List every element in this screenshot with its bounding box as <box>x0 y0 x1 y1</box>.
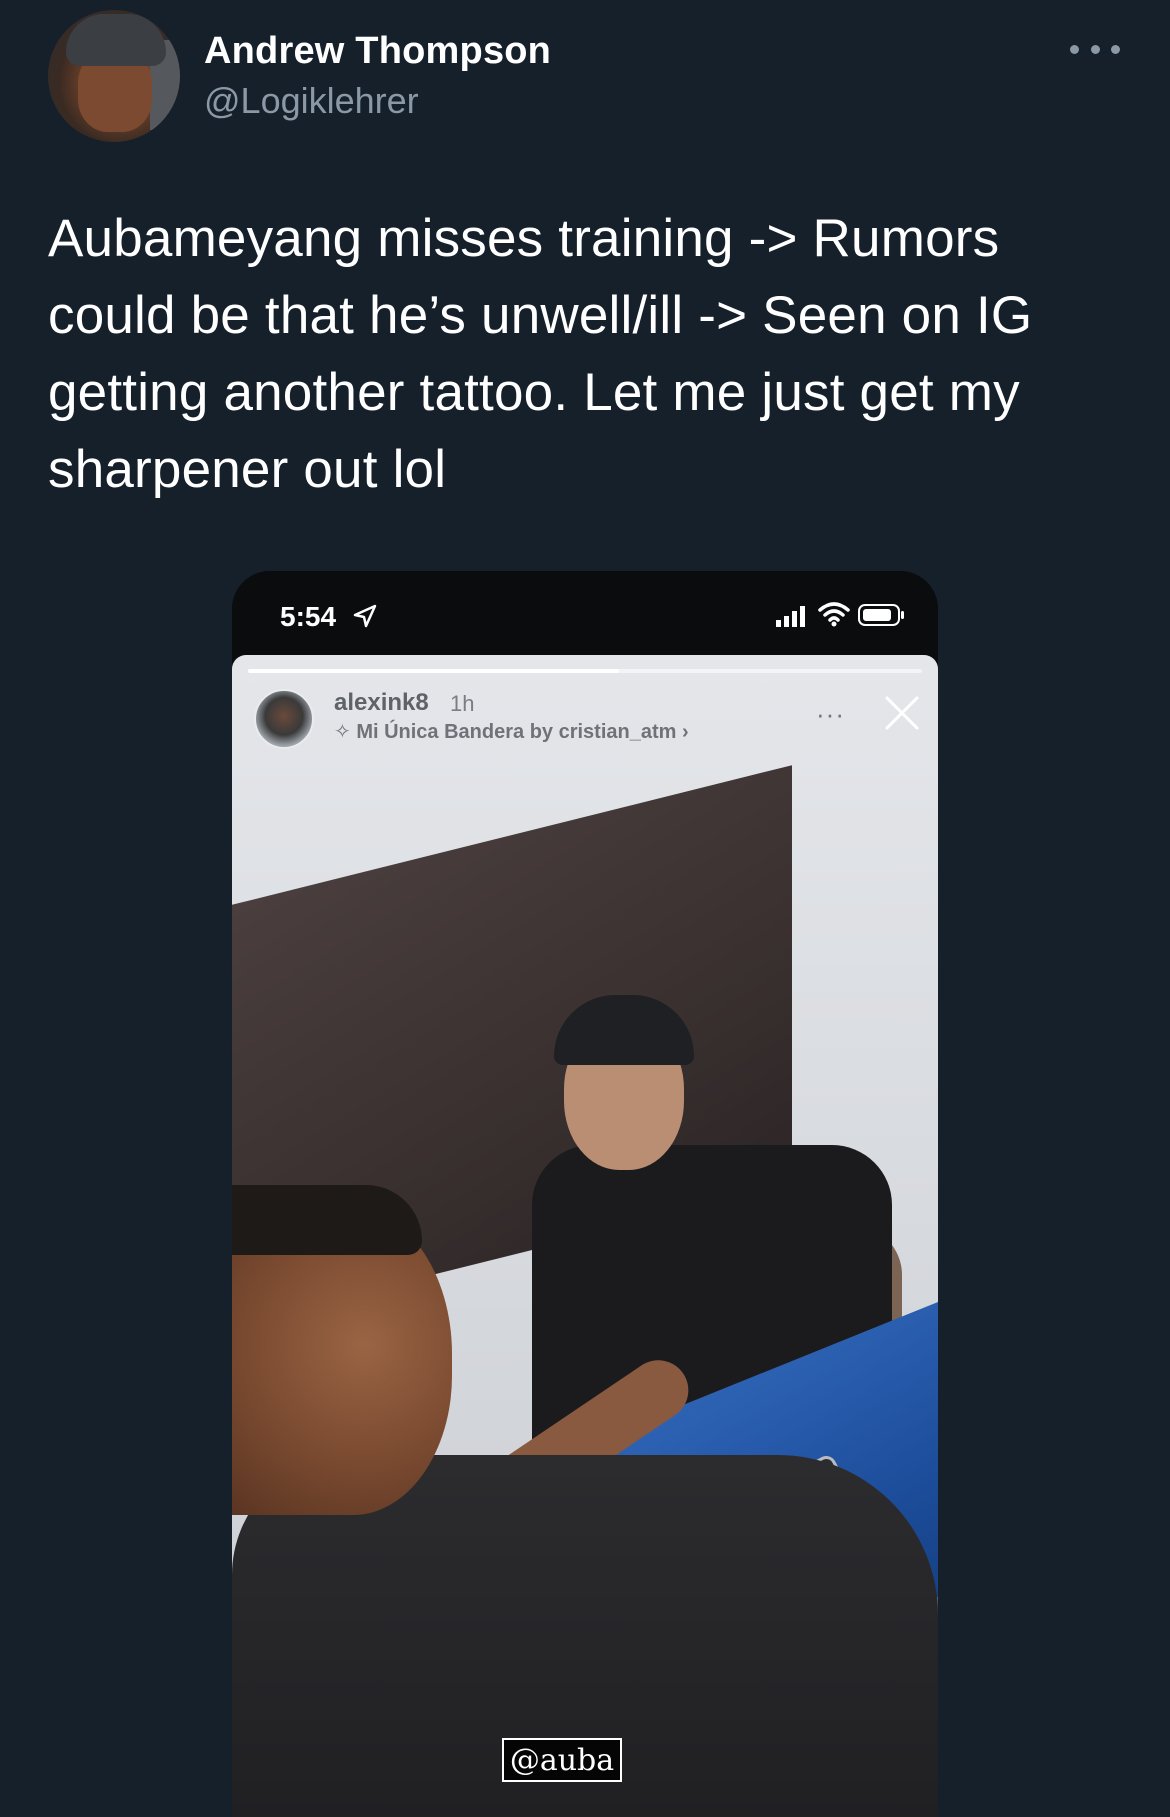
author-name[interactable]: Andrew Thompson <box>204 30 551 73</box>
story-photo <box>232 765 938 1817</box>
signal-icon <box>776 606 805 627</box>
wifi-icon <box>818 602 850 627</box>
tweet-detail: Andrew Thompson @Logiklehrer Aubameyang … <box>0 0 1170 1817</box>
story-music-label[interactable]: ✧ Mi Única Bandera by cristian_atm › <box>334 719 689 744</box>
author-avatar[interactable] <box>48 10 180 142</box>
tweet-text: Aubameyang misses training -> Rumors cou… <box>48 209 1033 499</box>
story-user-avatar[interactable] <box>254 689 314 749</box>
close-icon[interactable] <box>882 693 922 733</box>
phone-status-bar: 5:54 <box>232 571 938 655</box>
location-arrow-icon <box>353 604 377 628</box>
more-dot <box>1090 44 1100 54</box>
instagram-story: alexink8 1h ✧ Mi Única Bandera by cristi… <box>232 655 938 1817</box>
mention-sticker[interactable]: @auba <box>502 1738 622 1782</box>
author-handle[interactable]: @Logiklehrer <box>204 80 419 122</box>
more-dot <box>1070 44 1079 54</box>
tweet-media-image[interactable]: 5:54 alexink8 1h ✧ Mi Única Bandera by c… <box>232 571 938 1817</box>
story-more-icon[interactable]: ··· <box>816 699 845 730</box>
more-options-icon[interactable] <box>1070 34 1120 64</box>
client-hair <box>232 1185 422 1255</box>
story-time-ago: 1h <box>450 691 475 716</box>
battery-icon <box>858 604 904 626</box>
more-dot <box>1111 44 1120 54</box>
story-username[interactable]: alexink8 <box>334 689 429 717</box>
avatar-cap <box>66 14 166 66</box>
story-progress-fill <box>248 669 619 673</box>
story-progress-bar <box>248 669 922 673</box>
status-time: 5:54 <box>280 601 337 632</box>
